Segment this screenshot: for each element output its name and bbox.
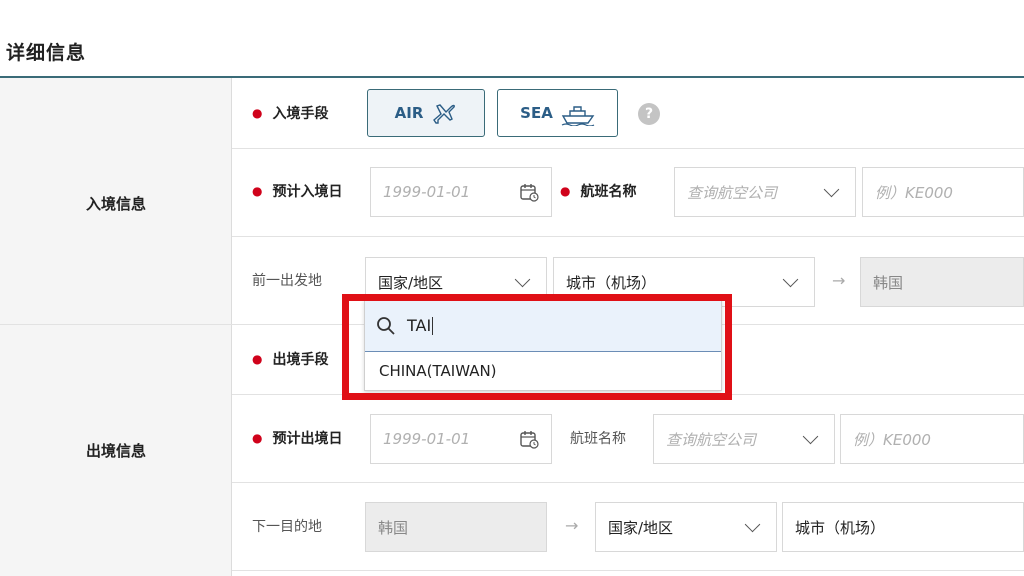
required-marker: ● [252,106,263,120]
exit-city-select[interactable]: 城市（机场） [782,502,1024,552]
entry-airline-select[interactable]: 查询航空公司 [674,167,856,217]
calendar-icon[interactable] [519,182,539,202]
sea-mode-button[interactable]: SEA [497,89,618,137]
entry-flight-input[interactable]: 例）KE000 [862,167,1024,217]
row-divider [232,236,1024,237]
help-icon[interactable]: ? [638,103,660,125]
required-marker: ● [560,184,571,198]
highlight-annotation [342,294,732,400]
required-marker: ● [252,352,263,366]
exit-country-value: 国家/地区 [608,518,674,537]
air-mode-label: AIR [394,104,424,122]
chevron-down-icon [514,271,531,288]
entry-prev-departure-label: 前一出发地 [252,273,322,289]
row-divider [232,482,1024,483]
arrow-right-icon: → [565,516,579,535]
chevron-down-icon [823,181,840,198]
exit-flight-placeholder: 例）KE000 [853,430,931,449]
exit-flight-label: 航班名称 [570,431,626,447]
entry-destination-value: 韩国 [873,273,904,292]
entry-date-input[interactable]: 1999-01-01 [370,167,552,217]
exit-city-value: 城市（机场） [795,518,886,537]
exit-airline-placeholder: 查询航空公司 [666,430,757,449]
calendar-icon[interactable] [519,429,539,449]
entry-date-label: ● 预计入境日 [252,184,343,200]
entry-transport-label: ● 入境手段 [252,106,329,122]
exit-country-select[interactable]: 国家/地区 [595,502,777,552]
row-divider [232,570,1024,571]
exit-date-input[interactable]: 1999-01-01 [370,414,552,464]
ship-icon [561,106,595,126]
exit-date-label: ● 预计出境日 [252,431,343,447]
group-label-column [0,78,232,576]
entry-flight-placeholder: 例）KE000 [875,183,953,202]
group-divider [0,324,232,325]
row-divider [232,148,1024,149]
exit-group-label: 出境信息 [85,442,146,460]
airplane-icon [433,104,456,124]
entry-flight-label: ● 航班名称 [560,184,637,200]
exit-flight-input[interactable]: 例）KE000 [840,414,1024,464]
required-marker: ● [252,431,263,445]
air-mode-button[interactable]: AIR [367,89,485,137]
chevron-down-icon [802,428,819,445]
entry-date-placeholder: 1999-01-01 [383,183,471,201]
required-marker: ● [252,184,263,198]
exit-date-placeholder: 1999-01-01 [383,430,471,448]
sea-mode-label: SEA [520,104,553,122]
exit-airline-select[interactable]: 查询航空公司 [653,414,835,464]
entry-airline-placeholder: 查询航空公司 [687,183,778,202]
exit-next-destination-label: 下一目的地 [252,519,322,535]
chevron-down-icon [782,271,799,288]
arrow-right-icon: → [832,271,846,290]
exit-origin-field: 韩国 [365,502,547,552]
entry-country-value: 国家/地区 [378,273,444,292]
section-title: 详细信息 [6,42,87,64]
exit-transport-label: ● 出境手段 [252,352,329,368]
exit-origin-value: 韩国 [378,518,409,537]
entry-group-label: 入境信息 [85,195,146,213]
entry-city-value: 城市（机场） [566,273,657,292]
entry-destination-field: 韩国 [860,257,1024,307]
chevron-down-icon [744,516,761,533]
